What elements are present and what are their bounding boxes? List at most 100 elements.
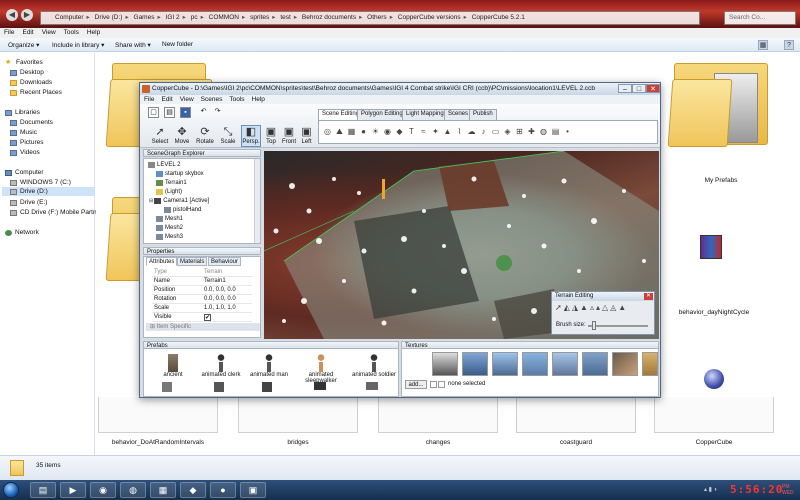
add-terrain-icon[interactable]: ⛰ [335,127,344,136]
front-view-button[interactable]: ▣ Front [280,126,298,145]
tab-attributes[interactable]: Attributes [146,257,178,266]
nav-videos[interactable]: Videos [10,148,40,157]
undo-icon[interactable]: ↶ [198,107,209,118]
item-label[interactable]: bridges [238,439,358,446]
item-label[interactable]: My Prefabs [661,177,781,184]
nav-favorites[interactable]: ★ Favorites [5,58,43,67]
system-tray[interactable]: ▴ ▮ ◖ [704,486,717,493]
property-row[interactable]: Name Terrain1 [152,278,252,286]
add-sphere-icon[interactable]: ● [359,127,368,136]
texture-thumb[interactable] [582,352,608,376]
crumb[interactable]: Games [134,14,155,21]
nav-recent-places[interactable]: Recent Places [10,88,62,97]
menu-tools[interactable]: Tools [225,95,247,103]
tree-node[interactable]: startup skybox [156,170,204,178]
tree-node[interactable]: pistolHand [164,206,201,214]
save-icon[interactable]: ▪ [180,107,191,118]
texture-thumb[interactable] [552,352,578,376]
nav-libraries[interactable]: Libraries [5,108,40,117]
crumb[interactable]: test [280,14,290,21]
chrome-taskbar-icon[interactable]: ◉ [90,482,116,498]
view-options-icon[interactable]: ▦ [758,40,768,50]
menu-edit[interactable]: Edit [157,95,175,103]
nav-pictures[interactable]: Pictures [10,138,43,147]
tree-node[interactable]: Mesh2 [156,224,183,232]
redo-icon[interactable]: ↷ [212,107,223,118]
tree-node[interactable]: Mesh1 [156,215,183,223]
clock[interactable]: 5:56:20 [730,483,783,496]
prefab-item[interactable]: animated man [248,354,290,378]
scrollbar[interactable] [254,159,260,243]
item-thumb[interactable] [378,397,498,433]
visible-checkbox[interactable]: ✔ [204,314,211,321]
menu-scenes[interactable]: Scenes [197,95,226,103]
texture-thumb[interactable] [612,352,638,376]
menu-tools[interactable]: Tools [60,28,83,36]
tab-materials[interactable]: Materials [177,257,208,266]
nav-network[interactable]: Network [5,228,39,237]
add-3dsound-icon[interactable]: ◍ [539,127,548,136]
nav-drive-e[interactable]: Drive (E:) [10,198,47,207]
property-row[interactable]: Position 0.0, 0.0, 0.0 [152,287,252,295]
raise-icon[interactable]: ◭ [564,303,572,312]
left-view-button[interactable]: ▣ Left [299,126,314,145]
cursor-icon[interactable]: ➚ [555,303,564,312]
property-row[interactable]: Visible ✔ [152,314,252,322]
tab-light-mapping[interactable]: Light Mapping [402,109,448,120]
close-button[interactable]: ✕ [646,84,660,93]
item-thumb[interactable] [654,397,774,433]
prefab-item[interactable]: animated sleepwalker [296,354,346,384]
crumb[interactable]: Drive (D:) [95,14,123,21]
close-icon[interactable]: ✕ [644,293,653,300]
add-texture-button[interactable]: add... [405,380,427,389]
texture-option-icon[interactable] [438,381,445,388]
back-icon[interactable]: ◀ [6,9,18,21]
texture-thumb[interactable] [432,352,458,376]
tree-node[interactable]: ⊟ Camera1 [Active] [149,197,209,205]
add-game-icon[interactable]: ✚ [527,127,536,136]
grass-icon[interactable]: △ [602,303,610,312]
prefab-thumbnail[interactable] [214,382,224,392]
more-icon[interactable]: • [563,127,572,136]
media-player-taskbar-icon[interactable]: ▶ [60,482,86,498]
prefab-thumbnail[interactable] [262,382,272,392]
open-file-icon[interactable]: ▤ [164,107,175,118]
coppercube-title-bar[interactable]: CopperCube - D:\Games\IGI 2\pc\COMMON\sp… [140,83,660,95]
crumb[interactable]: pc [191,14,198,21]
prefab-item[interactable]: animated clerk [200,354,242,378]
include-library-button[interactable]: Include in library ▾ [52,41,104,49]
property-section[interactable]: ⊞ Item Specific [146,323,260,331]
coppercube-app-icon[interactable] [704,369,724,389]
new-folder-button[interactable]: New folder [162,41,193,48]
scale-tool[interactable]: ⤡ Scale [218,126,238,145]
add-cube-icon[interactable]: ▦ [347,127,356,136]
crumb[interactable]: CopperCube 5.2.1 [472,14,525,21]
perspective-view-button[interactable]: ◧ Persp. [241,125,261,147]
nav-desktop[interactable]: Desktop [10,68,44,77]
add-node-icon[interactable]: ◎ [323,127,332,136]
item-thumb[interactable] [238,397,358,433]
prefab-item[interactable]: animated soldier [350,354,398,378]
nav-drive-c[interactable]: WINDOWS 7 (C:) [10,178,71,187]
crumb[interactable]: CopperCube versions [398,14,461,21]
nav-downloads[interactable]: Downloads [10,78,52,87]
add-overlay-icon[interactable]: ▭ [491,127,500,136]
search-input[interactable]: Search Co... [724,11,796,25]
app-taskbar-icon[interactable]: ▣ [240,482,266,498]
new-file-icon[interactable]: ▢ [148,107,159,118]
menu-help[interactable]: Help [83,28,104,36]
add-skybox-icon[interactable]: ☁ [467,127,476,136]
tree-node[interactable]: Mesh3 [156,233,183,241]
add-sound-icon[interactable]: ♪ [479,127,488,136]
tree-node[interactable]: (Light) [156,188,182,196]
rotate-tool[interactable]: ⟳ Rotate [194,126,216,145]
add-camera-icon[interactable]: ◉ [383,127,392,136]
texture-thumb[interactable] [642,352,658,376]
nav-music[interactable]: Music [10,128,37,137]
tab-behaviour[interactable]: Behaviour [208,257,242,266]
prefab-item[interactable]: ancient [152,354,194,378]
item-label[interactable]: changes [378,439,498,446]
nav-cd-drive[interactable]: CD Drive (F:) Mobile Partn [10,208,97,217]
prefab-thumbnail[interactable] [162,382,172,392]
tab-publish[interactable]: Publish [469,109,497,120]
